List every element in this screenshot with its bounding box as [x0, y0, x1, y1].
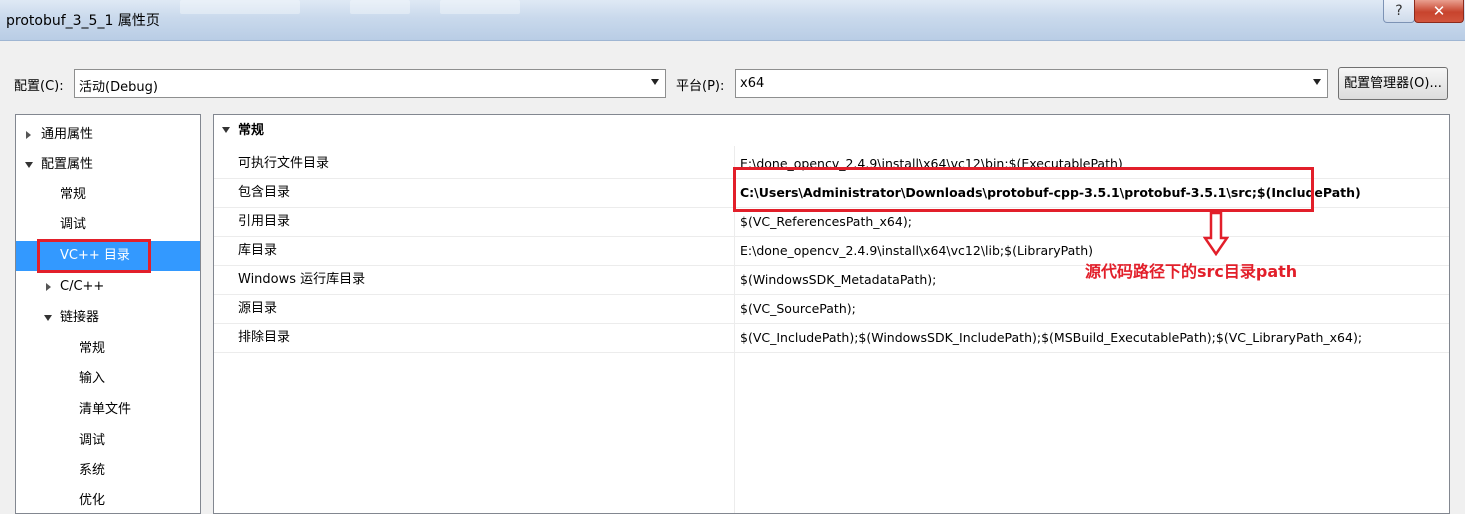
- tree-item-config-properties[interactable]: 配置属性: [16, 150, 200, 180]
- tree-item-label: 系统: [79, 463, 106, 478]
- tree-item-label: 常规: [60, 187, 87, 202]
- property-tree[interactable]: 通用属性 配置属性 常规 调试 VC++ 目录 C/C++ 链接器 常规 输入 …: [15, 114, 201, 514]
- category-label: 常规: [238, 123, 265, 138]
- dropdown-arrow-icon: [1313, 79, 1321, 85]
- title-bar: protobuf_3_5_1 属性页 ? ✕: [0, 0, 1465, 41]
- tree-item-common-properties[interactable]: 通用属性: [16, 120, 200, 150]
- tree-item-linker-debugging[interactable]: 调试: [16, 426, 200, 456]
- tree-item-label: 优化: [79, 493, 106, 508]
- prop-name: 库目录: [238, 243, 278, 258]
- platform-dropdown[interactable]: x64: [735, 69, 1328, 98]
- prop-name: 源目录: [238, 301, 278, 316]
- expand-arrow-icon[interactable]: [46, 283, 51, 291]
- tree-item-general[interactable]: 常规: [16, 180, 200, 210]
- help-button[interactable]: ?: [1383, 0, 1415, 23]
- tree-item-label: 配置属性: [41, 157, 94, 172]
- prop-name: 引用目录: [238, 214, 291, 229]
- background-tab-ghost: [440, 0, 520, 14]
- background-tab-ghost: [180, 0, 300, 14]
- tree-item-label: C/C++: [60, 279, 105, 294]
- prop-row-source-dirs[interactable]: 源目录 $(VC_SourcePath);: [214, 294, 1449, 324]
- prop-name: 包含目录: [238, 185, 291, 200]
- tree-item-label: 输入: [79, 371, 106, 386]
- config-label: 配置(C):: [14, 79, 64, 94]
- tree-item-linker-general[interactable]: 常规: [16, 334, 200, 364]
- down-arrow-icon: [1203, 212, 1229, 256]
- tree-item-label: 调试: [60, 217, 87, 232]
- tree-item-linker-system[interactable]: 系统: [16, 456, 200, 486]
- config-dropdown[interactable]: 活动(Debug): [74, 69, 666, 98]
- collapse-arrow-icon[interactable]: [44, 315, 52, 321]
- tree-item-linker-manifest[interactable]: 清单文件: [16, 395, 200, 425]
- tree-item-label: 清单文件: [79, 402, 132, 417]
- prop-value[interactable]: $(VC_IncludePath);$(WindowsSDK_IncludePa…: [740, 323, 1440, 352]
- tree-item-label: 调试: [79, 433, 106, 448]
- collapse-arrow-icon[interactable]: [222, 127, 230, 133]
- tree-item-label: 链接器: [60, 310, 100, 325]
- annotation-text: 源代码路径下的src目录path: [1085, 262, 1298, 281]
- collapse-arrow-icon[interactable]: [25, 162, 33, 168]
- category-row-general[interactable]: 常规: [214, 115, 1449, 146]
- platform-label: 平台(P):: [676, 79, 725, 94]
- close-button[interactable]: ✕: [1414, 0, 1464, 23]
- platform-dropdown-value: x64: [740, 76, 765, 91]
- highlight-box-include-path: [733, 167, 1314, 212]
- expand-arrow-icon[interactable]: [26, 131, 31, 139]
- configuration-manager-button[interactable]: 配置管理器(O)...: [1338, 67, 1448, 100]
- highlight-box-vc-directories: [37, 239, 151, 273]
- prop-name: Windows 运行库目录: [238, 272, 366, 287]
- prop-row-exclude-dirs[interactable]: 排除目录 $(VC_IncludePath);$(WindowsSDK_Incl…: [214, 323, 1449, 353]
- tree-item-linker[interactable]: 链接器: [16, 303, 200, 333]
- tree-item-c-cpp[interactable]: C/C++: [16, 272, 200, 302]
- prop-value[interactable]: $(VC_SourcePath);: [740, 294, 1440, 323]
- tree-item-linker-optimization[interactable]: 优化: [16, 486, 200, 513]
- window-title: protobuf_3_5_1 属性页: [6, 13, 160, 29]
- tree-item-debugging[interactable]: 调试: [16, 210, 200, 240]
- tree-item-label: 常规: [79, 341, 106, 356]
- tree-item-label: 通用属性: [41, 127, 94, 142]
- dropdown-arrow-icon: [651, 79, 659, 85]
- prop-name: 可执行文件目录: [238, 156, 330, 171]
- config-dropdown-value: 活动(Debug): [79, 80, 158, 95]
- background-tab-ghost: [350, 0, 410, 14]
- tree-item-linker-input[interactable]: 输入: [16, 364, 200, 394]
- prop-name: 排除目录: [238, 330, 291, 345]
